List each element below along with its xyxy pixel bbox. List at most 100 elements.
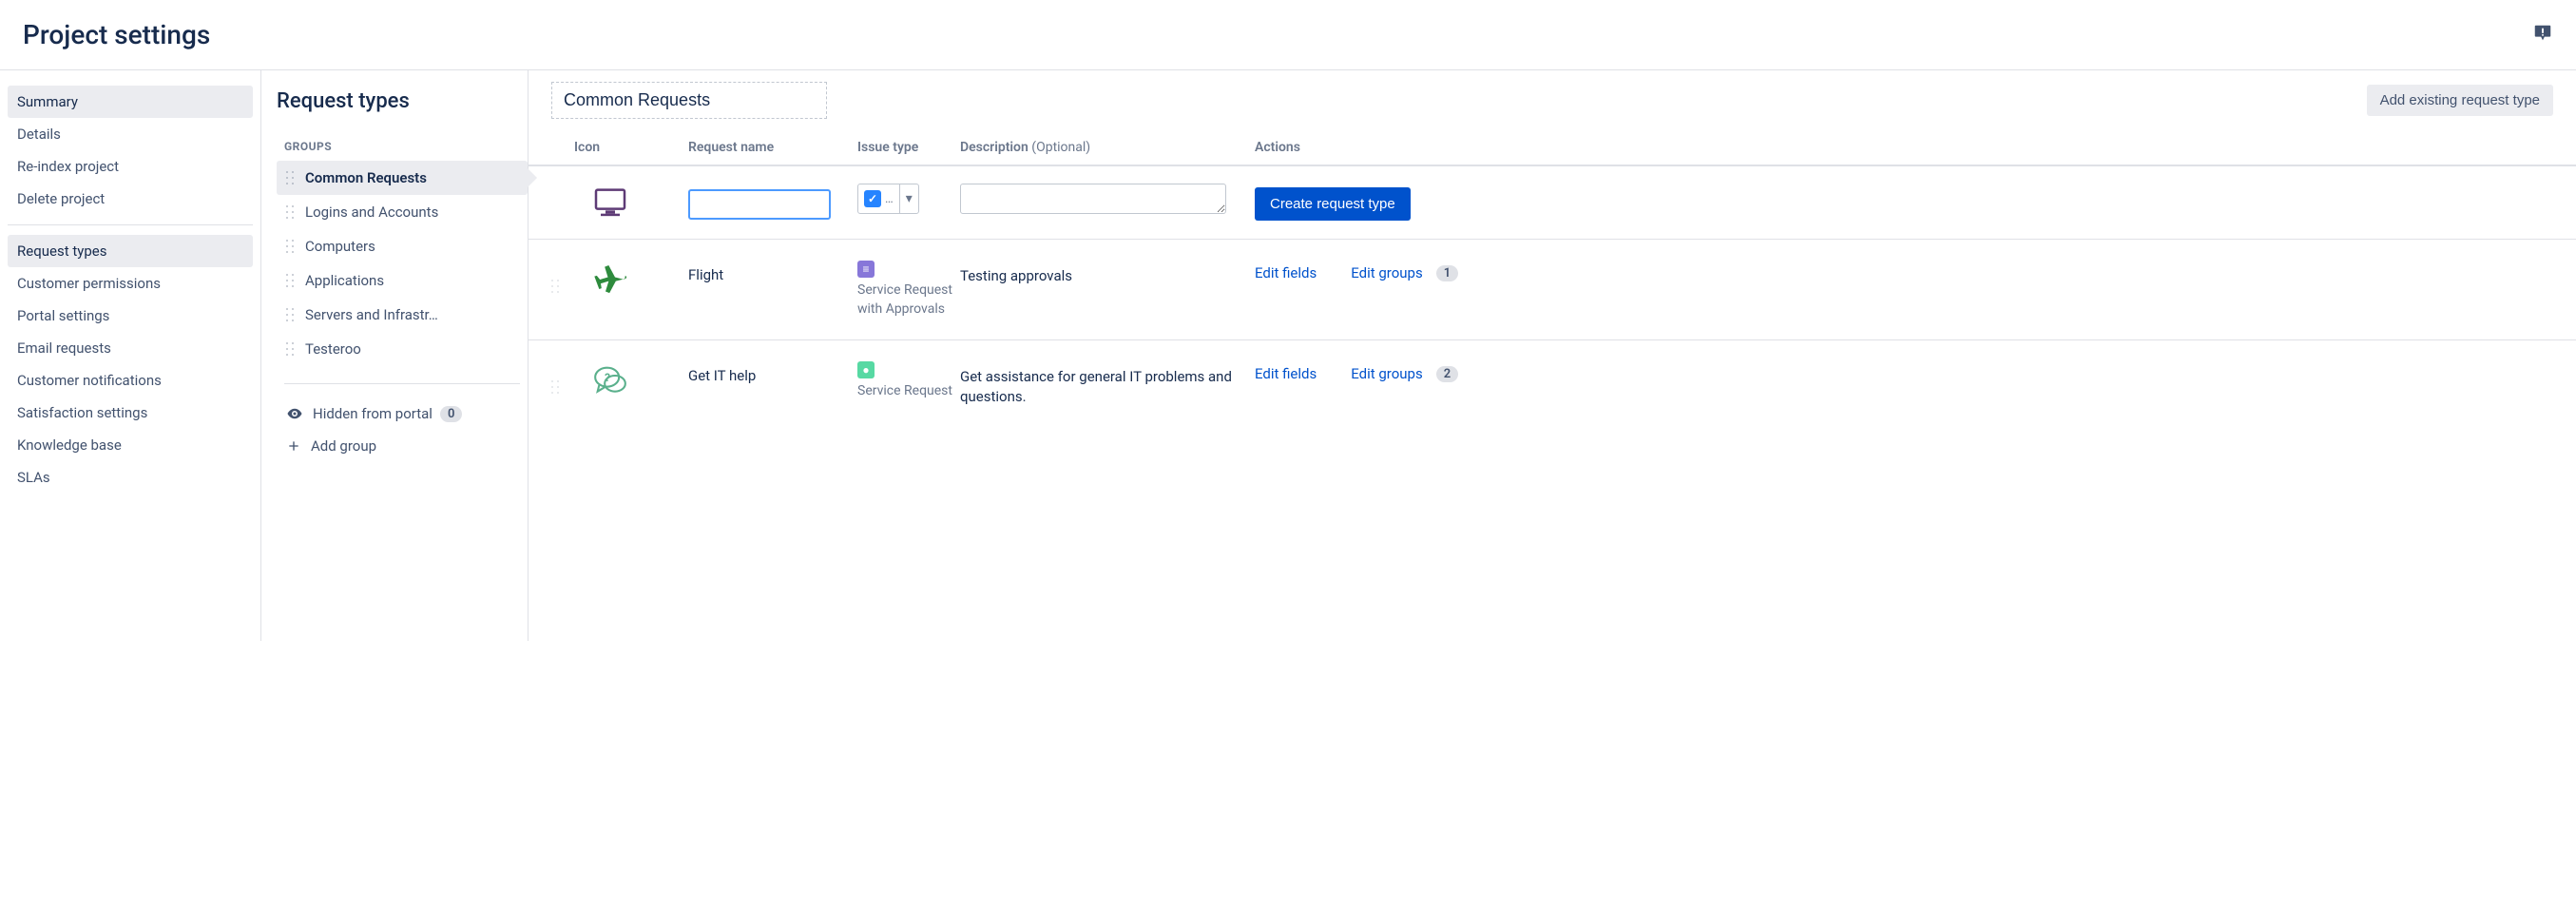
- sidebar-item-label: Summary: [17, 93, 78, 110]
- airplane-icon: [591, 261, 629, 299]
- group-item-logins-accounts[interactable]: Logins and Accounts: [277, 195, 528, 229]
- sidebar-item-summary[interactable]: Summary: [8, 86, 253, 118]
- settings-sidebar: Summary Details Re-index project Delete …: [0, 70, 261, 641]
- row-actions: Edit fields Edit groups 1: [1255, 261, 2553, 281]
- description-input[interactable]: [960, 184, 1226, 214]
- col-issue: Issue type: [857, 140, 960, 155]
- sidebar-item-reindex[interactable]: Re-index project: [8, 150, 253, 183]
- request-type-row: Flight ≡ Service Request with Approvals …: [529, 240, 2576, 340]
- add-group-label: Add group: [311, 437, 376, 455]
- issue-type-select[interactable]: ✓ … ▾: [857, 184, 919, 214]
- request-type-row: ? Get IT help ● Service Request Get assi…: [529, 340, 2576, 428]
- group-item-computers[interactable]: Computers: [277, 229, 528, 263]
- group-item-common-requests[interactable]: Common Requests: [277, 161, 528, 195]
- create-request-type-button[interactable]: Create request type: [1255, 187, 1411, 221]
- drag-handle-icon[interactable]: [286, 240, 294, 253]
- sidebar-item-label: Email requests: [17, 339, 111, 357]
- drag-handle-icon[interactable]: [286, 308, 294, 321]
- sidebar-item-details[interactable]: Details: [8, 118, 253, 150]
- col-actions: Actions: [1255, 140, 2553, 155]
- groups-count-badge: 1: [1436, 265, 1458, 281]
- chat-question-icon: ?: [591, 361, 629, 399]
- col-name: Request name: [688, 140, 857, 155]
- request-name: Get IT help: [688, 361, 857, 384]
- issue-type-icon: ≡: [857, 261, 875, 278]
- content-header: Add existing request type: [529, 70, 2576, 130]
- group-label: Common Requests: [305, 169, 427, 186]
- groups-label: Groups: [284, 140, 528, 153]
- sidebar-item-label: Satisfaction settings: [17, 404, 147, 421]
- sidebar-item-label: Customer permissions: [17, 275, 161, 292]
- sidebar-item-email-requests[interactable]: Email requests: [8, 332, 253, 364]
- sidebar-item-satisfaction-settings[interactable]: Satisfaction settings: [8, 397, 253, 429]
- request-name-input[interactable]: [688, 189, 831, 220]
- hidden-portal-label: Hidden from portal: [313, 405, 433, 422]
- table-header: Icon Request name Issue type Description…: [529, 130, 2576, 166]
- sidebar-item-request-types[interactable]: Request types: [8, 235, 253, 267]
- edit-fields-link[interactable]: Edit fields: [1255, 264, 1317, 281]
- groups-panel: Request types Groups Common Requests Log…: [261, 70, 528, 641]
- group-label: Applications: [305, 272, 384, 289]
- group-label: Testeroo: [305, 340, 361, 358]
- sidebar-item-delete[interactable]: Delete project: [8, 183, 253, 215]
- svg-text:?: ?: [605, 371, 610, 384]
- monitor-icon: [591, 184, 629, 222]
- eye-icon: [286, 405, 303, 422]
- sidebar-item-label: Re-index project: [17, 158, 119, 175]
- col-icon: Icon: [574, 140, 688, 155]
- group-label: Logins and Accounts: [305, 204, 438, 221]
- main-layout: Summary Details Re-index project Delete …: [0, 70, 2576, 641]
- group-item-applications[interactable]: Applications: [277, 263, 528, 298]
- plus-icon: [286, 438, 301, 454]
- group-item-testeroo[interactable]: Testeroo: [277, 332, 528, 366]
- issue-type-label: Service Request with Approvals: [857, 281, 960, 319]
- feedback-icon[interactable]: [2532, 23, 2553, 48]
- drag-handle-icon[interactable]: [286, 171, 294, 184]
- request-description: Get assistance for general IT problems a…: [960, 361, 1255, 407]
- sidebar-item-knowledge-base[interactable]: Knowledge base: [8, 429, 253, 461]
- issue-type-cell: ≡ Service Request with Approvals: [857, 261, 960, 319]
- group-label: Servers and Infrastr…: [305, 306, 438, 323]
- row-actions: Edit fields Edit groups 2: [1255, 361, 2553, 382]
- add-existing-button[interactable]: Add existing request type: [2367, 85, 2553, 116]
- edit-fields-link[interactable]: Edit fields: [1255, 365, 1317, 382]
- groups-count-badge: 2: [1436, 366, 1458, 382]
- group-item-servers-infra[interactable]: Servers and Infrastr…: [277, 298, 528, 332]
- issue-type-cell: ● Service Request: [857, 361, 960, 401]
- sidebar-item-customer-permissions[interactable]: Customer permissions: [8, 267, 253, 300]
- drag-handle-icon[interactable]: [551, 261, 574, 293]
- page-header: Project settings: [0, 0, 2576, 70]
- sidebar-divider: [8, 224, 253, 225]
- drag-handle-icon[interactable]: [551, 361, 574, 394]
- sidebar-item-label: Customer notifications: [17, 372, 162, 389]
- drag-handle-icon[interactable]: [286, 205, 294, 219]
- request-types-content: Add existing request type Icon Request n…: [528, 70, 2576, 641]
- add-group-button[interactable]: Add group: [277, 430, 528, 462]
- page-title: Project settings: [23, 19, 210, 50]
- drag-handle-icon[interactable]: [286, 342, 294, 356]
- sidebar-item-label: Delete project: [17, 190, 105, 207]
- chevron-down-icon: ▾: [899, 184, 918, 213]
- edit-groups-link[interactable]: Edit groups 1: [1351, 264, 1458, 281]
- issue-type-icon: ✓: [864, 190, 881, 207]
- sidebar-item-customer-notifications[interactable]: Customer notifications: [8, 364, 253, 397]
- edit-groups-link[interactable]: Edit groups 2: [1351, 365, 1458, 382]
- sidebar-item-slas[interactable]: SLAs: [8, 461, 253, 494]
- group-label: Computers: [305, 238, 375, 255]
- issue-type-label: Service Request: [857, 382, 960, 401]
- groups-divider: [284, 383, 520, 384]
- hidden-count-badge: 0: [440, 406, 462, 422]
- sidebar-item-label: Details: [17, 126, 61, 143]
- hidden-from-portal[interactable]: Hidden from portal 0: [277, 397, 528, 430]
- issue-type-icon: ●: [857, 361, 875, 378]
- drag-handle-icon[interactable]: [286, 274, 294, 287]
- create-request-type-row: ✓ … ▾ Create request type: [529, 166, 2576, 240]
- groups-heading: Request types: [277, 89, 528, 113]
- sidebar-item-label: Portal settings: [17, 307, 109, 324]
- sidebar-item-portal-settings[interactable]: Portal settings: [8, 300, 253, 332]
- request-icon: ?: [574, 361, 688, 399]
- request-name: Flight: [688, 261, 857, 283]
- group-name-input[interactable]: [551, 82, 827, 119]
- sidebar-item-label: SLAs: [17, 469, 50, 486]
- new-request-icon[interactable]: [574, 184, 688, 222]
